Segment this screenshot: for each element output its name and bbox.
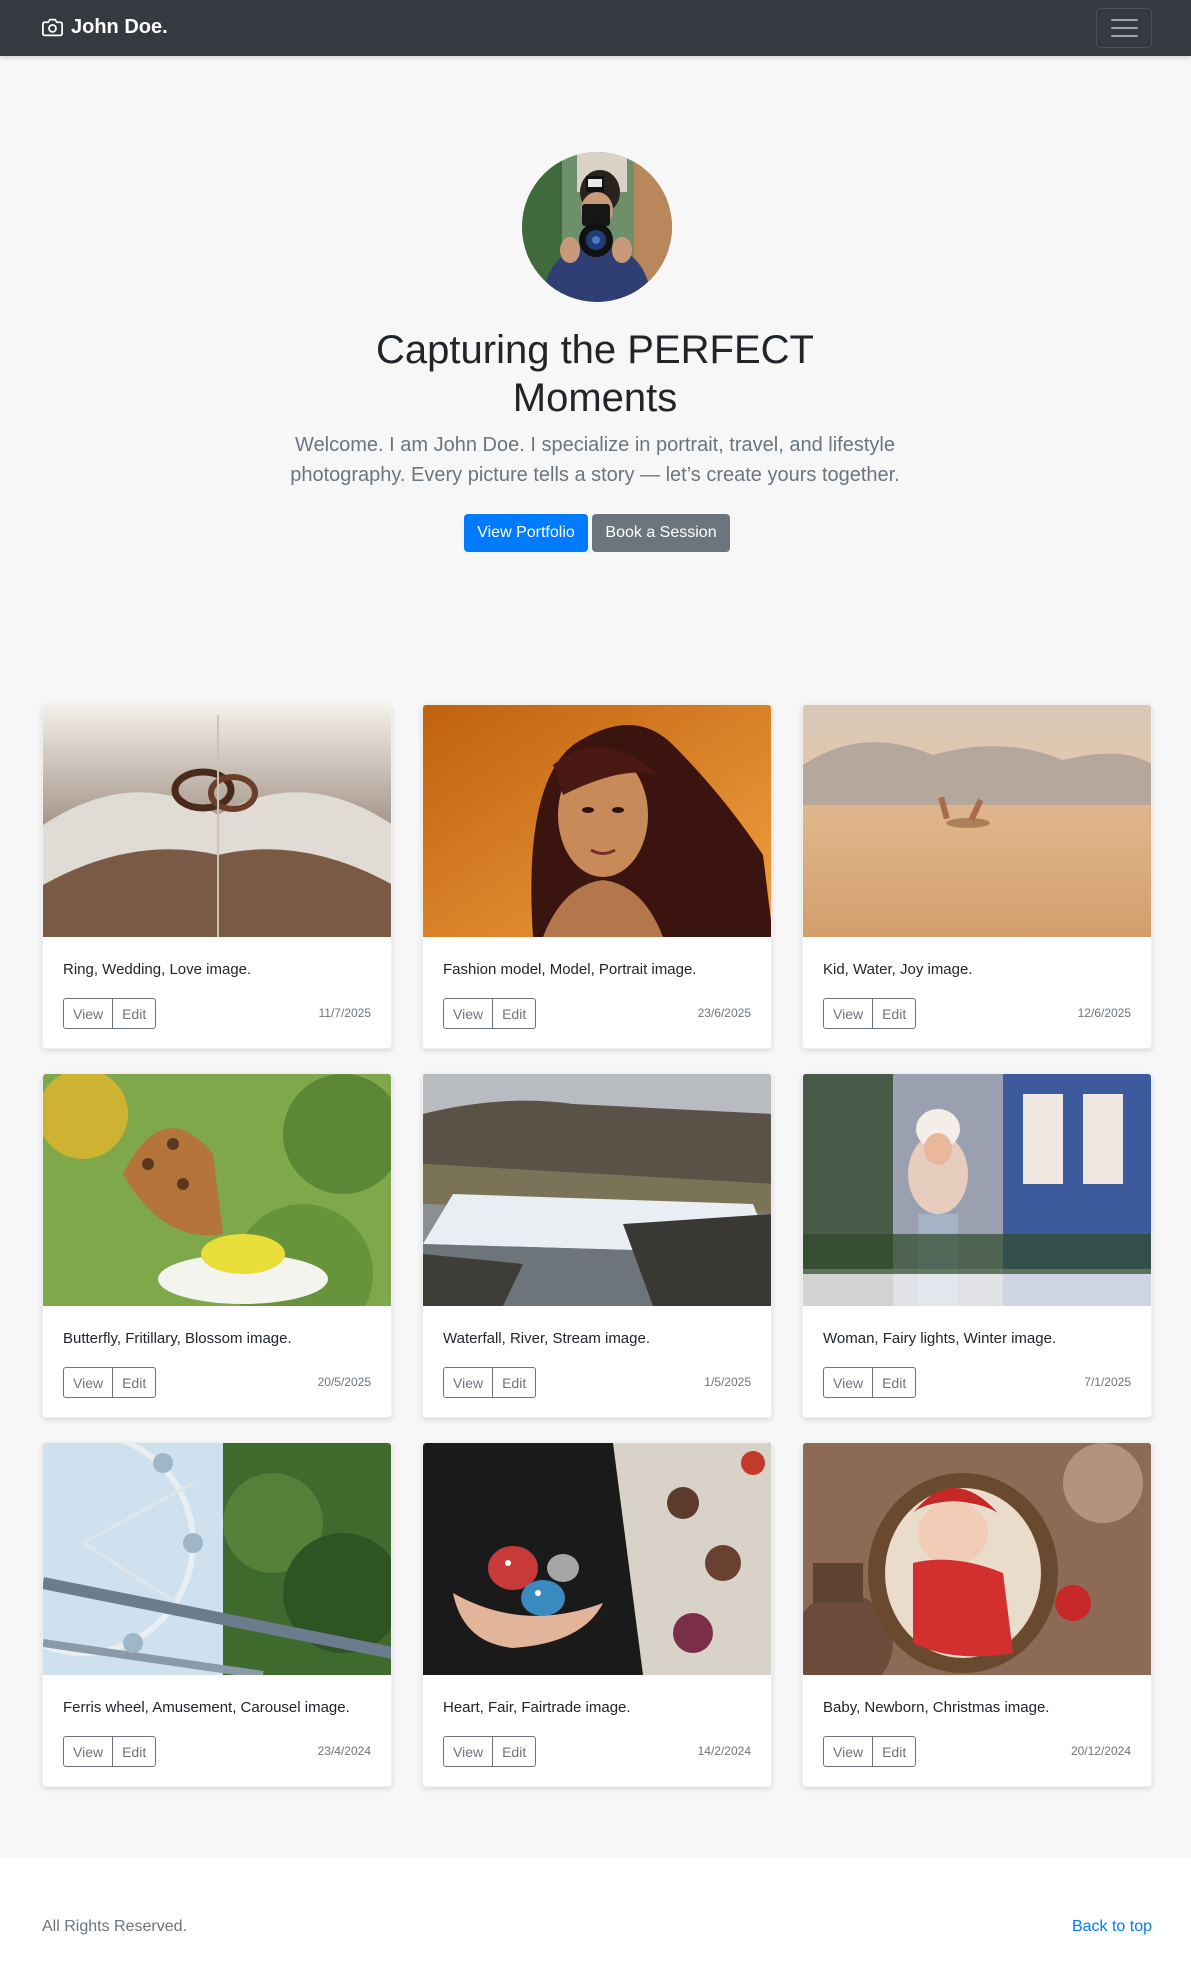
back-to-top-link[interactable]: Back to top (1072, 1918, 1152, 1936)
gallery-card: Fashion model, Model, Portrait image. Vi… (422, 704, 772, 1049)
gallery-card: Ferris wheel, Amusement, Carousel image.… (42, 1442, 392, 1787)
card-actions: View Edit (823, 1367, 917, 1398)
hamburger-icon (1110, 19, 1138, 21)
card-date: 11/7/2025 (318, 1006, 372, 1020)
card-caption: Woman, Fairy lights, Winter image. (823, 1330, 1057, 1347)
card-image[interactable] (803, 705, 1152, 937)
gallery-grid: Ring, Wedding, Love image. View Edit 11/… (42, 704, 1152, 1787)
card-date: 14/2/2024 (697, 1744, 751, 1758)
card-date: 20/12/2024 (1070, 1744, 1131, 1758)
card-actions: View Edit (63, 1367, 157, 1398)
card-date: 23/4/2024 (317, 1744, 371, 1758)
gallery-card: Ring, Wedding, Love image. View Edit 11/… (42, 704, 392, 1049)
edit-button[interactable]: Edit (113, 1736, 157, 1767)
hero-lead: Welcome. I am John Doe. I specialize in … (290, 434, 900, 486)
card-caption: Fashion model, Model, Portrait image. (443, 961, 697, 978)
card-image[interactable] (43, 1443, 392, 1675)
card-image[interactable] (43, 1074, 392, 1306)
footer: All Rights Reserved. Back to top (0, 1858, 1191, 1982)
view-button[interactable]: View (443, 1367, 494, 1398)
hero-title: Capturing the PERFECT Moments (376, 328, 814, 420)
view-button[interactable]: View (443, 1736, 494, 1767)
edit-button[interactable]: Edit (113, 1367, 157, 1398)
gallery-card: Kid, Water, Joy image. View Edit 12/6/20… (802, 704, 1152, 1049)
view-button[interactable]: View (63, 1367, 114, 1398)
copyright-text: All Rights Reserved. (42, 1918, 187, 1935)
card-image[interactable] (423, 1443, 772, 1675)
view-button[interactable]: View (823, 1736, 874, 1767)
card-caption: Ring, Wedding, Love image. (63, 961, 252, 978)
card-image[interactable] (803, 1074, 1152, 1306)
card-actions: View Edit (63, 1736, 157, 1767)
book-session-button[interactable]: Book a Session (592, 514, 730, 552)
navbar-toggler-button[interactable] (1096, 8, 1152, 48)
card-actions: View Edit (63, 998, 157, 1029)
camera-icon (42, 18, 63, 37)
card-caption: Ferris wheel, Amusement, Carousel image. (63, 1699, 350, 1716)
card-date: 1/5/2025 (704, 1375, 751, 1389)
card-date: 23/6/2025 (697, 1006, 751, 1020)
gallery-card: Heart, Fair, Fairtrade image. View Edit … (422, 1442, 772, 1787)
card-date: 7/1/2025 (1084, 1375, 1131, 1389)
card-date: 12/6/2025 (1077, 1006, 1131, 1020)
navbar: John Doe. (0, 0, 1191, 56)
gallery-card: Butterfly, Fritillary, Blossom image. Vi… (42, 1073, 392, 1418)
edit-button[interactable]: Edit (493, 1367, 537, 1398)
card-date: 20/5/2025 (317, 1375, 371, 1389)
gallery-card: Woman, Fairy lights, Winter image. View … (802, 1073, 1152, 1418)
card-actions: View Edit (823, 1736, 917, 1767)
card-actions: View Edit (823, 998, 917, 1029)
card-image[interactable] (423, 705, 772, 937)
gallery-card: Baby, Newborn, Christmas image. View Edi… (802, 1442, 1152, 1787)
brand-name[interactable]: John Doe. (71, 16, 168, 39)
card-caption: Kid, Water, Joy image. (823, 961, 973, 978)
edit-button[interactable]: Edit (113, 998, 157, 1029)
card-actions: View Edit (443, 1736, 537, 1767)
view-button[interactable]: View (63, 998, 114, 1029)
gallery-card: Waterfall, River, Stream image. View Edi… (422, 1073, 772, 1418)
card-actions: View Edit (443, 998, 537, 1029)
edit-button[interactable]: Edit (493, 998, 537, 1029)
edit-button[interactable]: Edit (873, 998, 917, 1029)
card-image[interactable] (803, 1443, 1152, 1675)
photographer-avatar (522, 152, 672, 302)
card-caption: Butterfly, Fritillary, Blossom image. (63, 1330, 292, 1347)
card-caption: Baby, Newborn, Christmas image. (823, 1699, 1050, 1716)
card-caption: Waterfall, River, Stream image. (443, 1330, 651, 1347)
card-caption: Heart, Fair, Fairtrade image. (443, 1699, 631, 1716)
card-actions: View Edit (443, 1367, 537, 1398)
view-button[interactable]: View (823, 1367, 874, 1398)
view-portfolio-button[interactable]: View Portfolio (464, 514, 588, 552)
view-button[interactable]: View (823, 998, 874, 1029)
edit-button[interactable]: Edit (493, 1736, 537, 1767)
view-button[interactable]: View (443, 998, 494, 1029)
edit-button[interactable]: Edit (873, 1736, 917, 1767)
edit-button[interactable]: Edit (873, 1367, 917, 1398)
brand-link[interactable]: John Doe. (42, 16, 168, 39)
card-image[interactable] (43, 705, 392, 937)
view-button[interactable]: View (63, 1736, 114, 1767)
card-image[interactable] (423, 1074, 772, 1306)
